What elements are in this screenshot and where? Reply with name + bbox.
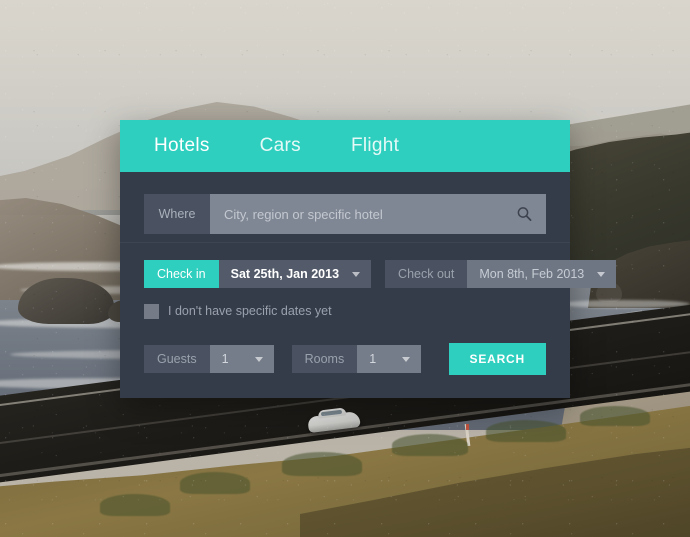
tab-cars[interactable]: Cars xyxy=(252,131,309,161)
search-button[interactable]: SEARCH xyxy=(448,343,546,375)
flexible-dates-row: I don't have specific dates yet xyxy=(144,300,546,322)
where-placeholder: City, region or specific hotel xyxy=(224,206,383,222)
screenshot-root: Hotels Cars Flight Where City, region or… xyxy=(0,0,690,537)
where-label[interactable]: Where xyxy=(144,194,210,234)
grass-tuft xyxy=(282,452,362,476)
roadside-marker-top xyxy=(466,424,469,430)
booking-search-widget: Hotels Cars Flight Where City, region or… xyxy=(120,120,617,398)
grass-tuft xyxy=(180,472,250,494)
grass-tuft xyxy=(486,420,566,442)
checkout-group: Check out Mon 8th, Feb 2013 xyxy=(385,260,617,288)
chevron-down-icon[interactable] xyxy=(352,272,361,277)
checkout-date-field[interactable]: Mon 8th, Feb 2013 xyxy=(467,260,617,288)
chevron-down-icon[interactable] xyxy=(597,272,606,277)
tab-bar: Hotels Cars Flight xyxy=(120,120,570,172)
grass-tuft xyxy=(580,406,650,426)
grass-tuft xyxy=(392,434,468,456)
chevron-down-icon[interactable] xyxy=(402,357,411,362)
checkin-group: Check in Sat 25th, Jan 2013 xyxy=(144,260,372,288)
magnifier-icon[interactable] xyxy=(517,207,532,222)
checkin-date-field[interactable]: Sat 25th, Jan 2013 xyxy=(218,260,372,288)
grass-tuft xyxy=(100,494,170,516)
rooms-value: 1 xyxy=(369,352,377,366)
checkout-date-value: Mon 8th, Feb 2013 xyxy=(479,267,585,281)
checkin-date-value: Sat 25th, Jan 2013 xyxy=(230,267,340,281)
date-row: Check in Sat 25th, Jan 2013 Check out Mo… xyxy=(144,260,617,288)
guests-group: Guests 1 xyxy=(144,345,274,373)
tab-hotels[interactable]: Hotels xyxy=(146,131,218,161)
tab-flight[interactable]: Flight xyxy=(343,131,407,161)
sea-stack-large xyxy=(18,278,114,324)
rooms-select[interactable]: 1 xyxy=(357,345,422,373)
where-input[interactable]: City, region or specific hotel xyxy=(210,194,546,234)
section-divider xyxy=(120,242,570,243)
where-row: Where City, region or specific hotel xyxy=(144,194,546,234)
chevron-down-icon[interactable] xyxy=(254,357,263,362)
checkin-label[interactable]: Check in xyxy=(144,260,219,288)
flexible-dates-checkbox[interactable] xyxy=(144,303,159,319)
rooms-label[interactable]: Rooms xyxy=(291,345,358,373)
rooms-group: Rooms 1 xyxy=(291,345,422,373)
flexible-dates-label[interactable]: I don't have specific dates yet xyxy=(168,304,332,318)
occupancy-row: Guests 1 Rooms 1 SEARCH xyxy=(144,343,546,375)
checkout-label[interactable]: Check out xyxy=(385,260,468,288)
guests-label[interactable]: Guests xyxy=(144,345,210,373)
widget-body: Where City, region or specific hotel Che… xyxy=(120,172,617,398)
guests-select[interactable]: 1 xyxy=(209,345,274,373)
guests-value: 1 xyxy=(221,352,229,366)
